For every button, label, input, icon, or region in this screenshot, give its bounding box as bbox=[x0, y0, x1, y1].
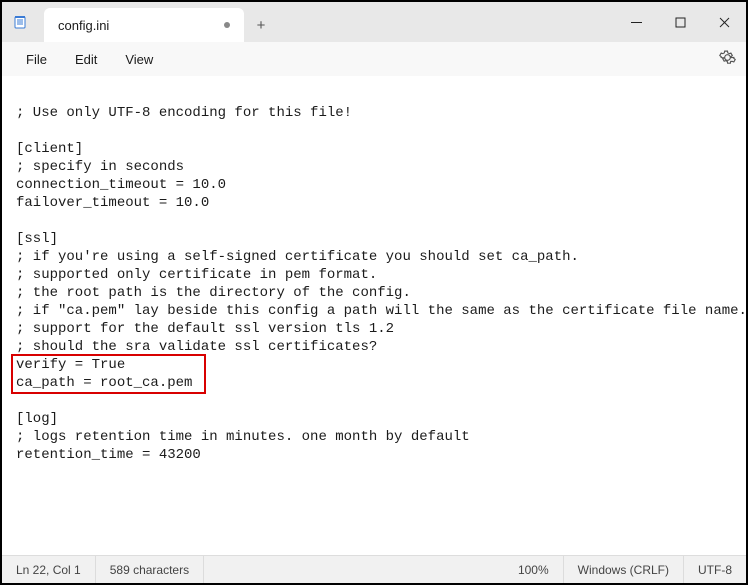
editor-line bbox=[16, 86, 734, 104]
editor-line: ; if "ca.pem" lay beside this config a p… bbox=[16, 302, 734, 320]
titlebar: config.ini + bbox=[2, 2, 746, 42]
minimize-button[interactable] bbox=[614, 2, 658, 42]
minimize-icon bbox=[631, 17, 642, 28]
dirty-indicator-icon bbox=[224, 22, 230, 28]
editor-line: [log] bbox=[16, 410, 734, 428]
new-tab-button[interactable]: + bbox=[244, 8, 278, 42]
settings-button[interactable] bbox=[719, 49, 736, 69]
editor-line: failover_timeout = 10.0 bbox=[16, 194, 734, 212]
status-line-ending[interactable]: Windows (CRLF) bbox=[564, 556, 684, 583]
tab-title: config.ini bbox=[58, 18, 109, 33]
editor-line: ca_path = root_ca.pem bbox=[16, 374, 734, 392]
status-char-count: 589 characters bbox=[96, 556, 204, 583]
menu-view[interactable]: View bbox=[111, 48, 167, 71]
plus-icon: + bbox=[257, 17, 266, 34]
maximize-button[interactable] bbox=[658, 2, 702, 42]
editor-line: ; the root path is the directory of the … bbox=[16, 284, 734, 302]
maximize-icon bbox=[675, 17, 686, 28]
menu-edit[interactable]: Edit bbox=[61, 48, 111, 71]
editor-line: connection_timeout = 10.0 bbox=[16, 176, 734, 194]
editor-area[interactable]: ; Use only UTF-8 encoding for this file!… bbox=[2, 76, 746, 555]
editor-line: verify = True bbox=[16, 356, 734, 374]
editor-line: ; should the sra validate ssl certificat… bbox=[16, 338, 734, 356]
tab-config-ini[interactable]: config.ini bbox=[44, 8, 244, 42]
editor-line bbox=[16, 122, 734, 140]
editor-line: ; supported only certificate in pem form… bbox=[16, 266, 734, 284]
editor-line: ; logs retention time in minutes. one mo… bbox=[16, 428, 734, 446]
window-controls bbox=[614, 2, 746, 42]
menubar: File Edit View bbox=[2, 42, 746, 76]
close-icon bbox=[719, 17, 730, 28]
editor-line: retention_time = 43200 bbox=[16, 446, 734, 464]
editor-line: ; specify in seconds bbox=[16, 158, 734, 176]
status-cursor-position[interactable]: Ln 22, Col 1 bbox=[2, 556, 96, 583]
menu-file[interactable]: File bbox=[12, 48, 61, 71]
editor-line bbox=[16, 212, 734, 230]
status-zoom[interactable]: 100% bbox=[504, 556, 564, 583]
gear-icon bbox=[719, 49, 736, 66]
editor-line: ; Use only UTF-8 encoding for this file! bbox=[16, 104, 734, 122]
app-icon bbox=[2, 2, 30, 42]
editor-line: [client] bbox=[16, 140, 734, 158]
status-encoding[interactable]: UTF-8 bbox=[684, 556, 746, 583]
editor-line: ; support for the default ssl version tl… bbox=[16, 320, 734, 338]
editor-line bbox=[16, 392, 734, 410]
editor-line bbox=[16, 464, 734, 482]
notepad-icon bbox=[12, 14, 28, 30]
editor-line: [ssl] bbox=[16, 230, 734, 248]
close-button[interactable] bbox=[702, 2, 746, 42]
editor-line: ; if you're using a self-signed certific… bbox=[16, 248, 734, 266]
statusbar: Ln 22, Col 1 589 characters 100% Windows… bbox=[2, 555, 746, 583]
